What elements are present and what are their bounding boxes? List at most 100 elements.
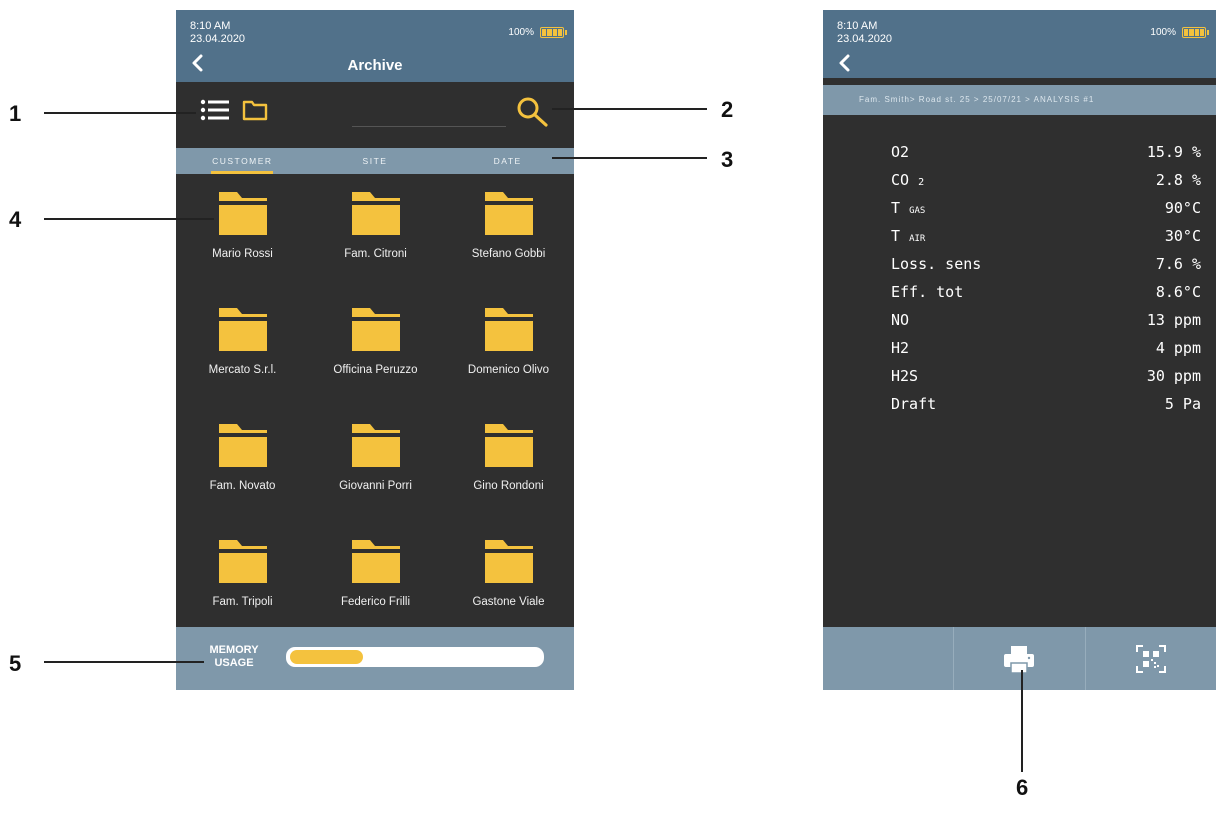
folder-label: Stefano Gobbi bbox=[471, 248, 546, 260]
tab-date[interactable]: DATE bbox=[441, 148, 574, 174]
reading-value: 4 ppm bbox=[1155, 339, 1201, 357]
folder-item[interactable]: Giovanni Porri bbox=[309, 420, 442, 536]
callout-4: 4 bbox=[9, 207, 22, 232]
list-view-icon[interactable] bbox=[200, 98, 230, 122]
reading-row: Draft 5 Pa bbox=[891, 390, 1201, 418]
reading-row: NO 13 ppm bbox=[891, 306, 1201, 334]
archive-toolbar bbox=[176, 82, 574, 148]
folder-icon bbox=[218, 540, 267, 583]
folder-icon bbox=[218, 424, 267, 467]
reading-name: H2S bbox=[891, 367, 919, 385]
reading-name: H2 bbox=[891, 339, 910, 357]
breadcrumb: Fam. Smith> Road st. 25 > 25/07/21 > ANA… bbox=[823, 85, 1216, 115]
battery-icon bbox=[540, 27, 567, 38]
callout-6: 6 bbox=[1016, 775, 1029, 800]
folder-item[interactable]: Domenico Olivo bbox=[442, 304, 575, 420]
reading-value: 5 Pa bbox=[1164, 395, 1201, 413]
memory-fill bbox=[290, 650, 363, 664]
callout-2-leader bbox=[552, 108, 707, 110]
sort-tabs: CUSTOMER SITE DATE bbox=[176, 148, 574, 174]
reading-value: 30 ppm bbox=[1146, 367, 1201, 385]
callout-5: 5 bbox=[9, 651, 22, 676]
search-input[interactable] bbox=[352, 116, 506, 127]
qr-code-button[interactable] bbox=[1086, 627, 1216, 690]
reading-row: H2S 30 ppm bbox=[891, 362, 1201, 390]
reading-row: O2 15.9 % bbox=[891, 138, 1201, 166]
printer-icon bbox=[1004, 645, 1035, 674]
status-time: 8:10 AM bbox=[190, 20, 231, 32]
reading-name: Eff. tot bbox=[891, 283, 964, 301]
folder-label: Giovanni Porri bbox=[339, 480, 412, 492]
reading-name: T GAS bbox=[891, 199, 926, 217]
reading-subscript: GAS bbox=[909, 206, 926, 216]
folder-icon bbox=[484, 540, 533, 583]
folder-icon bbox=[484, 308, 533, 351]
folder-item[interactable]: Stefano Gobbi bbox=[442, 188, 575, 304]
folder-label: Gino Rondoni bbox=[473, 480, 544, 492]
reading-value: 15.9 % bbox=[1146, 143, 1201, 161]
folder-icon bbox=[218, 308, 267, 351]
battery-percent: 100% bbox=[508, 27, 534, 38]
folder-label: Fam. Citroni bbox=[344, 248, 407, 260]
reading-name: NO bbox=[891, 311, 910, 329]
reading-subscript: 2 bbox=[918, 177, 925, 188]
folder-item[interactable]: Gino Rondoni bbox=[442, 420, 575, 536]
folder-label: Fam. Novato bbox=[209, 480, 276, 492]
folder-icon bbox=[218, 192, 267, 235]
folder-item[interactable]: Mercato S.r.l. bbox=[176, 304, 309, 420]
folder-icon bbox=[351, 192, 400, 235]
reading-row: Eff. tot 8.6°C bbox=[891, 278, 1201, 306]
print-button[interactable] bbox=[954, 627, 1086, 690]
reading-row: Loss. sens 7.6 % bbox=[891, 250, 1201, 278]
status-time: 8:10 AM bbox=[837, 20, 878, 32]
reading-name: O2 bbox=[891, 143, 910, 161]
reading-value: 30°C bbox=[1164, 227, 1201, 245]
battery-percent: 100% bbox=[1150, 27, 1176, 38]
folder-icon bbox=[484, 424, 533, 467]
folder-label: Officina Peruzzo bbox=[333, 364, 418, 376]
callout-4-leader bbox=[44, 218, 214, 220]
folder-item[interactable]: Officina Peruzzo bbox=[309, 304, 442, 420]
reading-row: CO 2 2.8 % bbox=[891, 166, 1201, 194]
reading-name: CO 2 bbox=[891, 171, 925, 189]
folder-item[interactable]: Fam. Novato bbox=[176, 420, 309, 536]
empty-action-cell bbox=[823, 627, 955, 690]
folder-label: Gastone Viale bbox=[472, 596, 545, 608]
folder-icon bbox=[351, 424, 400, 467]
reading-name: T AIR bbox=[891, 227, 926, 245]
folder-item[interactable]: Fam. Citroni bbox=[309, 188, 442, 304]
folder-label: Domenico Olivo bbox=[467, 364, 550, 376]
status-bar: 8:10 AM 23.04.2020 100% Archive bbox=[176, 10, 574, 82]
folder-grid: Mario Rossi Fam. Citroni Stefano Gobbi Merc… bbox=[176, 188, 574, 652]
callout-3-leader bbox=[552, 157, 707, 159]
reading-name: Draft bbox=[891, 395, 937, 413]
status-date: 23.04.2020 bbox=[837, 33, 893, 45]
back-arrow-icon[interactable] bbox=[837, 53, 851, 73]
analysis-readings: O2 15.9 % CO 2 2.8 % T GAS 90°C T AIR 30°C Loss.… bbox=[891, 138, 1201, 418]
action-bar bbox=[823, 627, 1216, 690]
tab-site[interactable]: SITE bbox=[309, 148, 442, 174]
folder-view-icon[interactable] bbox=[242, 99, 268, 121]
status-bar: 8:10 AM 23.04.2020 100% bbox=[823, 10, 1216, 78]
callout-2: 2 bbox=[721, 97, 734, 122]
reading-subscript: AIR bbox=[909, 234, 926, 244]
folder-icon bbox=[351, 308, 400, 351]
folder-label: Mario Rossi bbox=[212, 248, 273, 260]
callout-3: 3 bbox=[721, 147, 734, 172]
memory-track bbox=[286, 647, 544, 667]
reading-value: 2.8 % bbox=[1155, 171, 1201, 189]
folder-item[interactable]: Mario Rossi bbox=[176, 188, 309, 304]
memory-usage-label: MEMORY USAGE bbox=[202, 644, 266, 670]
callout-5-leader bbox=[44, 661, 204, 663]
folder-label: Federico Frilli bbox=[340, 596, 410, 608]
folder-label: Fam. Tripoli bbox=[212, 596, 273, 608]
tab-customer[interactable]: CUSTOMER bbox=[176, 148, 309, 174]
battery-indicator: 100% bbox=[1150, 27, 1209, 38]
reading-value: 8.6°C bbox=[1155, 283, 1201, 301]
search-icon[interactable] bbox=[516, 96, 550, 128]
callout-1-leader bbox=[44, 112, 196, 114]
archive-screen: 8:10 AM 23.04.2020 100% Archive CUSTOMER… bbox=[176, 10, 574, 690]
analysis-screen: 8:10 AM 23.04.2020 100% Fam. Smith> Road… bbox=[823, 10, 1216, 690]
reading-row: T GAS 90°C bbox=[891, 194, 1201, 222]
battery-icon bbox=[1182, 27, 1209, 38]
